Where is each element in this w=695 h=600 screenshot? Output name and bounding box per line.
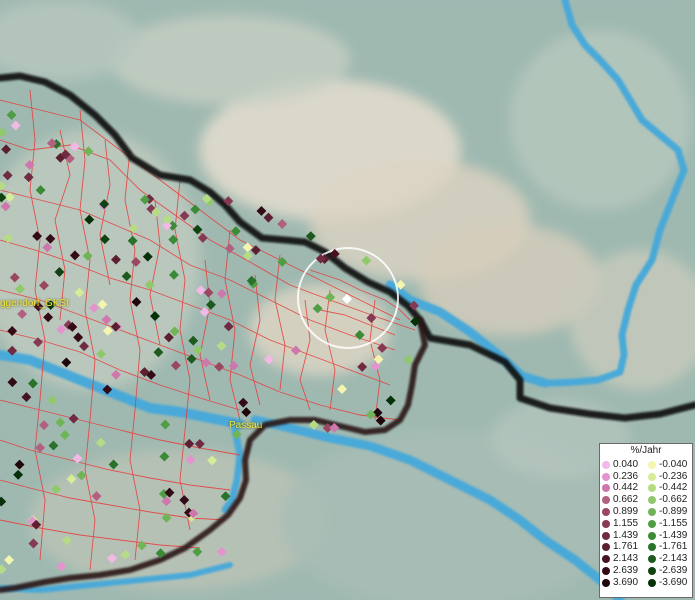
legend-entry-positive: 2.639 — [602, 566, 648, 576]
legend-value: 2.639 — [613, 565, 639, 577]
map-canvas — [0, 0, 695, 600]
legend-value: -2.143 — [659, 553, 688, 565]
place-label-deggendorf: ggendorf_GKSt — [0, 298, 69, 309]
legend-swatch-icon — [648, 555, 656, 564]
legend-swatch-icon — [602, 543, 610, 552]
legend-row: 2.639 -2.639 — [602, 565, 694, 577]
legend-value: -0.040 — [659, 458, 688, 470]
legend-entry-positive: 0.662 — [602, 495, 648, 505]
legend-value: -0.442 — [659, 482, 688, 494]
legend-row: 0.236 -0.236 — [602, 471, 694, 483]
legend-swatch-icon — [648, 578, 656, 587]
legend-entry-positive: 3.690 — [602, 576, 648, 588]
legend-row: 0.662 -0.662 — [602, 494, 694, 506]
legend-entry-positive: 0.040 — [602, 458, 648, 470]
legend-swatch-icon — [648, 543, 656, 552]
legend-value: -0.236 — [659, 470, 688, 482]
legend-value: -1.155 — [659, 517, 688, 529]
legend-entry-positive: 2.143 — [602, 554, 648, 564]
legend: %/Jahr 0.040 -0.040 0.236 -0.236 0.442 -0.442… — [599, 443, 693, 598]
legend-rows: 0.040 -0.040 0.236 -0.236 0.442 -0.442 0.662 -0… — [602, 459, 694, 589]
legend-swatch-icon — [648, 484, 656, 493]
legend-value: 0.040 — [613, 458, 639, 470]
legend-row: 1.761 -1.761 — [602, 542, 694, 554]
legend-value: -3.690 — [659, 576, 688, 588]
legend-value: 2.143 — [613, 553, 639, 565]
legend-value: 1.155 — [613, 517, 639, 529]
legend-entry-positive: 1.761 — [602, 542, 648, 552]
map-view[interactable]: ggendorf_GKSt Passau %/Jahr 0.040 -0.040 0… — [0, 0, 695, 600]
legend-entry-positive: 0.899 — [602, 507, 648, 517]
legend-entry-negative: -2.639 — [648, 566, 694, 576]
legend-value: 1.439 — [613, 529, 639, 541]
legend-swatch-icon — [602, 578, 610, 587]
legend-row: 3.690 -3.690 — [602, 577, 694, 589]
legend-entry-positive: 0.236 — [602, 470, 648, 482]
legend-value: -2.639 — [659, 565, 688, 577]
legend-row: 0.040 -0.040 — [602, 459, 694, 471]
legend-swatch-icon — [602, 496, 610, 505]
legend-entry-negative: -0.040 — [648, 458, 694, 470]
legend-value: 1.761 — [613, 541, 639, 553]
legend-entry-negative: -1.761 — [648, 542, 694, 552]
legend-value: -0.662 — [659, 494, 688, 506]
legend-entry-positive: 1.439 — [602, 529, 648, 541]
legend-swatch-icon — [648, 496, 656, 505]
legend-swatch-icon — [648, 531, 656, 540]
legend-entry-negative: -0.442 — [648, 483, 694, 493]
legend-row: 0.899 -0.899 — [602, 506, 694, 518]
legend-row: 1.155 -1.155 — [602, 518, 694, 530]
legend-swatch-icon — [602, 567, 610, 576]
legend-entry-negative: -3.690 — [648, 576, 694, 588]
legend-value: -1.439 — [659, 529, 688, 541]
legend-entry-negative: -1.155 — [648, 517, 694, 529]
legend-swatch-icon — [602, 555, 610, 564]
legend-value: 0.899 — [613, 506, 639, 518]
legend-value: 3.690 — [613, 576, 639, 588]
legend-swatch-icon — [602, 508, 610, 517]
legend-row: 2.143 -2.143 — [602, 553, 694, 565]
legend-entry-negative: -0.236 — [648, 470, 694, 482]
legend-swatch-icon — [602, 531, 610, 540]
legend-swatch-icon — [602, 472, 610, 481]
legend-swatch-icon — [648, 567, 656, 576]
place-label-passau: Passau — [229, 420, 263, 431]
legend-value: 0.236 — [613, 470, 639, 482]
legend-value: -1.761 — [659, 541, 688, 553]
legend-entry-negative: -0.899 — [648, 507, 694, 517]
legend-swatch-icon — [648, 472, 656, 481]
legend-entry-negative: -1.439 — [648, 529, 694, 541]
legend-entry-positive: 1.155 — [602, 517, 648, 529]
legend-value: -0.899 — [659, 506, 688, 518]
legend-title: %/Jahr — [630, 445, 662, 456]
legend-swatch-icon — [602, 484, 610, 493]
legend-row: 0.442 -0.442 — [602, 483, 694, 495]
legend-row: 1.439 -1.439 — [602, 530, 694, 542]
legend-entry-negative: -2.143 — [648, 554, 694, 564]
legend-entry-negative: -0.662 — [648, 495, 694, 505]
legend-swatch-icon — [648, 519, 656, 528]
legend-swatch-icon — [648, 460, 656, 469]
legend-entry-positive: 0.442 — [602, 483, 648, 493]
legend-swatch-icon — [602, 460, 610, 469]
legend-swatch-icon — [602, 519, 610, 528]
legend-swatch-icon — [648, 508, 656, 517]
legend-value: 0.442 — [613, 482, 639, 494]
legend-value: 0.662 — [613, 494, 639, 506]
